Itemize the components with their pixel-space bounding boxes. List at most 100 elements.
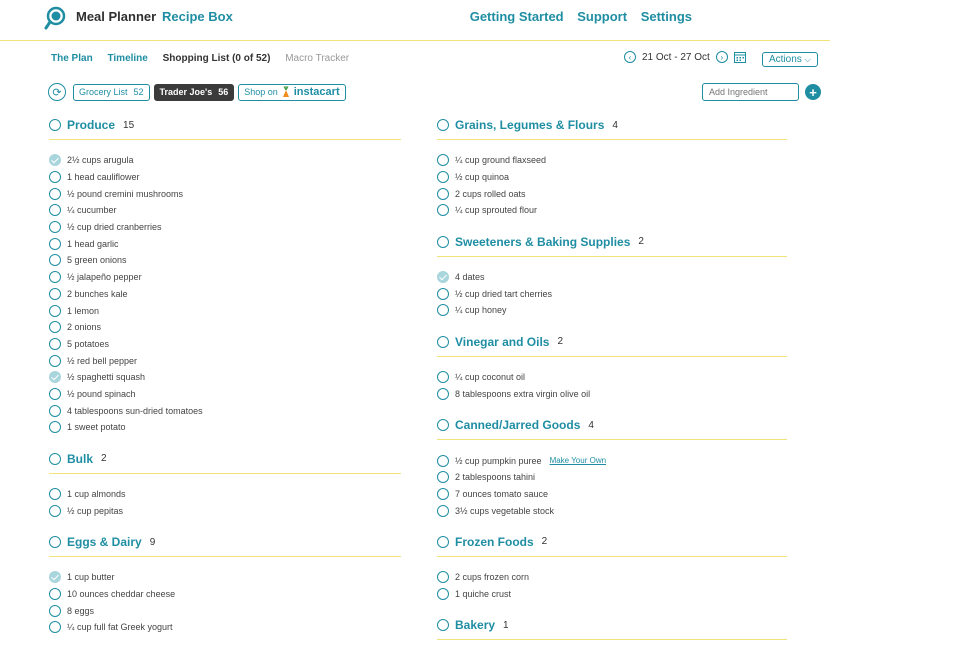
checked-checkbox[interactable] [49, 371, 61, 384]
list-item[interactable]: 1 quiche crust [437, 586, 787, 603]
list-item[interactable]: ¼ cup sprouted flour [437, 202, 787, 219]
checked-checkbox[interactable] [49, 154, 61, 167]
tab-timeline[interactable]: Timeline [107, 53, 147, 64]
item-checkbox[interactable] [437, 454, 449, 467]
item-checkbox[interactable] [49, 604, 61, 617]
app-title[interactable]: Meal Planner [76, 9, 156, 24]
item-checkbox[interactable] [437, 171, 449, 184]
item-checkbox[interactable] [49, 287, 61, 300]
item-checkbox[interactable] [49, 171, 61, 184]
item-checkbox[interactable] [49, 337, 61, 350]
section-checkbox[interactable] [437, 235, 449, 248]
list-item[interactable]: ½ pound spinach [49, 386, 401, 403]
shop-on-instacart-button[interactable]: Shop on instacart [238, 83, 346, 101]
item-checkbox[interactable] [49, 254, 61, 267]
list-item[interactable]: 2 onions [49, 319, 401, 336]
list-item[interactable]: ½ cup dried cranberries [49, 219, 401, 236]
list-item[interactable]: 5 green onions [49, 252, 401, 269]
list-item[interactable]: 1 cup almonds [49, 486, 401, 503]
list-item[interactable]: 1 cup butter [49, 569, 401, 586]
item-checkbox[interactable] [49, 221, 61, 234]
list-item[interactable]: 1 head garlic [49, 235, 401, 252]
checked-checkbox[interactable] [437, 271, 449, 284]
item-checkbox[interactable] [49, 204, 61, 217]
calendar-icon[interactable] [733, 51, 746, 63]
section-checkbox[interactable] [49, 452, 61, 465]
list-item[interactable]: ½ cup pepitas [49, 502, 401, 519]
item-checkbox[interactable] [49, 588, 61, 601]
item-checkbox[interactable] [49, 488, 61, 501]
list-item[interactable]: 1 sweet potato [49, 419, 401, 436]
recipe-box-link[interactable]: Recipe Box [162, 9, 233, 24]
list-item[interactable]: ½ spaghetti squash [49, 369, 401, 386]
tab-the-plan[interactable]: The Plan [51, 53, 93, 64]
add-ingredient-input[interactable] [702, 83, 799, 101]
item-checkbox[interactable] [49, 271, 61, 284]
item-checkbox[interactable] [437, 504, 449, 517]
list-item[interactable]: ¼ cucumber [49, 202, 401, 219]
item-checkbox[interactable] [437, 154, 449, 167]
item-checkbox[interactable] [49, 404, 61, 417]
item-checkbox[interactable] [437, 387, 449, 400]
list-item[interactable]: 2 bunches kale [49, 286, 401, 303]
trader-joes-tab[interactable]: Trader Joe's 56 [153, 83, 235, 101]
section-checkbox[interactable] [437, 335, 449, 348]
tab-shopping-list[interactable]: Shopping List (0 of 52) [163, 53, 271, 64]
section-checkbox[interactable] [49, 536, 61, 549]
item-checkbox[interactable] [437, 587, 449, 600]
next-week-icon[interactable]: › [715, 51, 728, 63]
item-checkbox[interactable] [49, 187, 61, 200]
refresh-icon[interactable]: ⟳ [48, 83, 66, 101]
list-item[interactable]: ¼ cup full fat Greek yogurt [49, 619, 401, 636]
item-checkbox[interactable] [49, 621, 61, 634]
previous-week-icon[interactable]: ‹ [624, 51, 636, 63]
list-item[interactable]: 5 potatoes [49, 336, 401, 353]
list-item[interactable]: 8 tablespoons extra virgin olive oil [437, 386, 787, 403]
list-item[interactable]: 1 head cauliflower [49, 169, 401, 186]
item-checkbox[interactable] [437, 304, 449, 317]
actions-button[interactable]: Actions ⌵ [762, 52, 818, 67]
list-item[interactable]: ½ jalapeño pepper [49, 269, 401, 286]
section-checkbox[interactable] [437, 419, 449, 432]
item-checkbox[interactable] [437, 187, 449, 200]
list-item[interactable]: ¼ cup coconut oil [437, 369, 787, 386]
item-checkbox[interactable] [437, 471, 449, 484]
list-item[interactable]: 4 dates [437, 269, 787, 286]
settings-link[interactable]: Settings [641, 9, 692, 24]
section-checkbox[interactable] [437, 535, 449, 548]
item-checkbox[interactable] [437, 571, 449, 584]
grocery-list-tab[interactable]: Grocery List 52 [73, 83, 150, 101]
list-item[interactable]: 8 eggs [49, 602, 401, 619]
list-item[interactable]: 10 ounces cheddar cheese [49, 586, 401, 603]
section-checkbox[interactable] [437, 619, 449, 632]
item-checkbox[interactable] [49, 504, 61, 517]
list-item[interactable]: 4 tablespoons sun-dried tomatoes [49, 402, 401, 419]
checked-checkbox[interactable] [49, 571, 61, 584]
list-item[interactable]: ¼ cup ground flaxseed [437, 152, 787, 169]
item-checkbox[interactable] [49, 304, 61, 317]
list-item[interactable]: ¼ cup honey [437, 302, 787, 319]
item-checkbox[interactable] [437, 287, 449, 300]
add-ingredient-button[interactable]: + [805, 84, 821, 100]
list-item[interactable]: 7 ounces tomato sauce [437, 486, 787, 503]
list-item[interactable]: 1 lemon [49, 302, 401, 319]
support-link[interactable]: Support [577, 9, 627, 24]
item-checkbox[interactable] [437, 204, 449, 217]
list-item[interactable]: ½ cup pumpkin puree Make Your Own [437, 452, 787, 469]
list-item[interactable]: ½ cup dried tart cherries [437, 285, 787, 302]
item-checkbox[interactable] [49, 321, 61, 334]
getting-started-link[interactable]: Getting Started [470, 9, 564, 24]
make-your-own-link[interactable]: Make Your Own [550, 456, 606, 465]
list-item[interactable]: 2 tablespoons tahini [437, 469, 787, 486]
list-item[interactable]: ½ cup quinoa [437, 169, 787, 186]
item-checkbox[interactable] [49, 354, 61, 367]
magnifier-logo-icon[interactable] [44, 6, 68, 30]
section-checkbox[interactable] [49, 119, 61, 131]
item-checkbox[interactable] [437, 487, 449, 500]
section-checkbox[interactable] [437, 119, 449, 131]
list-item[interactable]: 2 cups rolled oats [437, 185, 787, 202]
list-item[interactable]: 2 cups frozen corn [437, 569, 787, 586]
list-item[interactable]: ½ pound cremini mushrooms [49, 185, 401, 202]
item-checkbox[interactable] [49, 237, 61, 250]
list-item[interactable]: ½ red bell pepper [49, 352, 401, 369]
